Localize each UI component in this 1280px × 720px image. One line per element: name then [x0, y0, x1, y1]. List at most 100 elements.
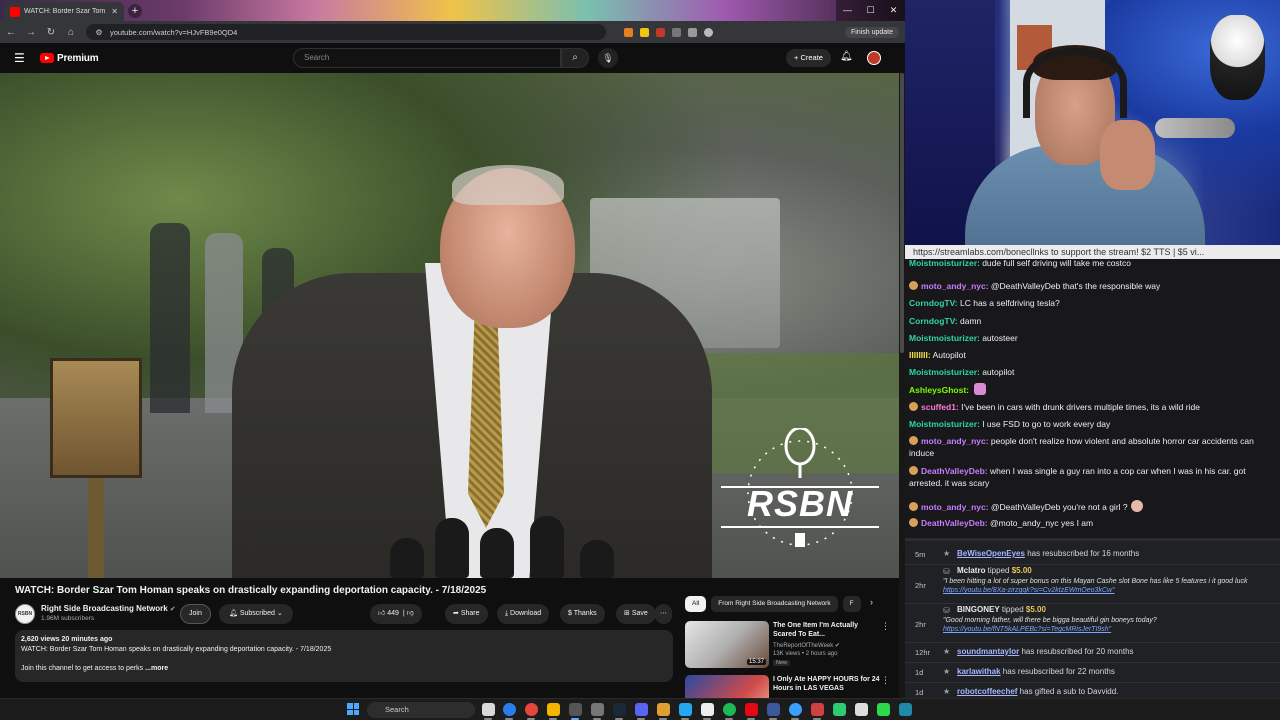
chat-username[interactable]: moto_andy_nyc:	[921, 436, 989, 446]
feed-username[interactable]: Mclatro	[957, 566, 985, 575]
more-actions-button[interactable]: ⋯	[655, 604, 672, 624]
recommendation-thumbnail[interactable]	[685, 675, 769, 698]
file-explorer-icon[interactable]	[482, 703, 495, 716]
chat-username[interactable]: Moistmoisturizer:	[909, 333, 980, 343]
like-button[interactable]: 👍︎ 449 | 👎︎	[370, 604, 422, 624]
recommendation-thumbnail[interactable]: 15:37	[685, 621, 769, 668]
feed-username[interactable]: soundmantaylor	[957, 647, 1019, 656]
extension-red-icon[interactable]	[656, 27, 665, 37]
recommendation-title[interactable]: I Only Ate HAPPY HOURS for 24 Hours in L…	[773, 675, 883, 693]
chat-username[interactable]: moto_andy_nyc:	[921, 502, 989, 512]
site-info-icon[interactable]: ⚙	[94, 28, 104, 37]
close-window-icon[interactable]: ✕	[882, 0, 905, 21]
join-button[interactable]: Join	[180, 604, 211, 624]
tip-message-link[interactable]: https://youtu.be/fNT5kALPEBc?si=TegcMRis…	[943, 625, 1273, 634]
back-icon[interactable]: ←	[6, 27, 16, 38]
browser-toolbar: ← → ↻ ⌂ ⚙ youtube.com/watch?v=HJvFB9e0QD…	[0, 21, 905, 43]
app-green-icon[interactable]	[833, 703, 846, 716]
recommendation-item[interactable]: I Only Ate HAPPY HOURS for 24 Hours in L…	[685, 675, 890, 698]
channel-avatar[interactable]: RSBN	[15, 604, 35, 624]
chat-username[interactable]: CorndogTV:	[909, 316, 958, 326]
chat-username[interactable]: IIIIIIII:	[909, 350, 931, 360]
recommendation-item[interactable]: 15:37 The One Item I'm Actually Scared T…	[685, 621, 890, 671]
app-blue-icon[interactable]	[767, 703, 780, 716]
app-black-icon[interactable]	[701, 703, 714, 716]
maximize-icon[interactable]: ☐	[859, 0, 882, 21]
feed-username[interactable]: robotcoffeechef	[957, 687, 1017, 696]
reload-icon[interactable]: ↻	[46, 27, 56, 38]
chat-username[interactable]: CorndogTV:	[909, 298, 958, 308]
feed-username[interactable]: karlawithak	[957, 667, 1001, 676]
account-avatar[interactable]	[867, 51, 881, 65]
chrome-icon[interactable]	[525, 703, 538, 716]
terminal-icon[interactable]	[591, 703, 604, 716]
chat-username[interactable]: moto_andy_nyc:	[921, 281, 989, 291]
chat-username[interactable]: DeathValleyDeb:	[921, 518, 988, 528]
new-tab-button[interactable]: +	[128, 4, 142, 18]
forward-icon[interactable]: →	[26, 27, 36, 38]
tab-youtube[interactable]: WATCH: Border Szar Tom H ✕	[4, 2, 124, 21]
recommendation-title[interactable]: The One Item I'm Actually Scared To Eat.…	[773, 621, 883, 639]
windows-start-icon[interactable]	[347, 703, 359, 715]
profile-avatar-icon[interactable]	[704, 27, 713, 37]
app-sky-icon[interactable]	[789, 703, 802, 716]
create-button[interactable]: + Create	[786, 49, 831, 67]
app-lime-icon[interactable]	[877, 703, 890, 716]
search-button[interactable]: ⌕	[561, 48, 589, 68]
notifications-bell-icon[interactable]: 🔔︎	[840, 51, 853, 62]
thanks-button[interactable]: $ Thanks	[560, 604, 605, 624]
tip-message-link[interactable]: https://youtu.be/8Xa-zirzgqk?si=Cv2ktzEW…	[943, 586, 1273, 595]
edge-icon[interactable]	[503, 703, 516, 716]
vscode-icon[interactable]	[679, 703, 692, 716]
steam-icon[interactable]	[613, 703, 626, 716]
chat-username[interactable]: scuffed1:	[921, 402, 959, 412]
chat-username[interactable]: AshleysGhost:	[909, 385, 969, 395]
extension-yellow-icon[interactable]	[640, 27, 649, 37]
finish-update-button[interactable]: Finish update	[844, 26, 899, 38]
chip-more[interactable]: F	[842, 596, 861, 612]
home-icon[interactable]: ⌂	[66, 27, 76, 38]
subscribed-button[interactable]: 🔔︎ Subscribed ⌄	[219, 604, 293, 624]
feed-username[interactable]: BINGONEY	[957, 605, 1000, 614]
more-options-icon[interactable]: ⋮	[881, 621, 890, 632]
share-button[interactable]: ➦ Share	[445, 604, 488, 624]
youtube-logo[interactable]: Premium	[40, 53, 99, 64]
hamburger-menu-icon[interactable]: ☰	[14, 51, 30, 65]
minimize-icon[interactable]: —	[836, 0, 859, 21]
taskbar-search[interactable]: Search	[367, 702, 475, 718]
podium-mic	[480, 528, 514, 578]
download-button[interactable]: ⤓ Download	[497, 604, 550, 624]
netflix-icon[interactable]	[745, 703, 758, 716]
video-player[interactable]: RSBN	[0, 73, 900, 578]
extension-gray-icon[interactable]	[672, 27, 681, 37]
chip-from-channel[interactable]: From Right Side Broadcasting Network	[711, 596, 838, 612]
save-button[interactable]: ⊞ Save	[616, 604, 656, 624]
scrollbar-thumb[interactable]	[900, 73, 904, 353]
show-more-link[interactable]: ...more	[145, 665, 168, 672]
discord-icon[interactable]	[635, 703, 648, 716]
app-white-icon[interactable]	[855, 703, 868, 716]
map-pin-icon[interactable]	[811, 703, 824, 716]
video-background-person	[150, 223, 190, 413]
description-box[interactable]: 2,620 views 20 minutes ago WATCH: Border…	[15, 630, 673, 682]
search-input[interactable]: Search	[293, 48, 561, 68]
channel-name[interactable]: Right Side Broadcasting Network ✔	[41, 604, 176, 613]
chat-username[interactable]: DeathValleyDeb:	[921, 466, 988, 476]
chrome-profile-icon[interactable]	[547, 703, 560, 716]
chat-username[interactable]: Moistmoisturizer:	[909, 259, 980, 268]
photos-icon[interactable]	[657, 703, 670, 716]
extension-puzzle-icon[interactable]	[688, 27, 697, 37]
obs-icon[interactable]	[569, 703, 582, 716]
close-tab-icon[interactable]: ✕	[111, 7, 118, 16]
more-options-icon[interactable]: ⋮	[881, 675, 890, 686]
chat-username[interactable]: Moistmoisturizer:	[909, 367, 980, 377]
address-bar[interactable]: ⚙ youtube.com/watch?v=HJvFB9e0QD4	[86, 24, 606, 40]
extension-orange-icon[interactable]	[624, 27, 633, 37]
app-teal-icon[interactable]	[899, 703, 912, 716]
voice-search-button[interactable]: 🎙︎	[598, 48, 618, 68]
chip-all[interactable]: All	[685, 596, 707, 612]
chat-username[interactable]: Moistmoisturizer:	[909, 419, 980, 429]
feed-username[interactable]: BeWiseOpenEyes	[957, 549, 1025, 558]
chevron-right-icon[interactable]: ›	[870, 597, 873, 607]
spotify-icon[interactable]	[723, 703, 736, 716]
